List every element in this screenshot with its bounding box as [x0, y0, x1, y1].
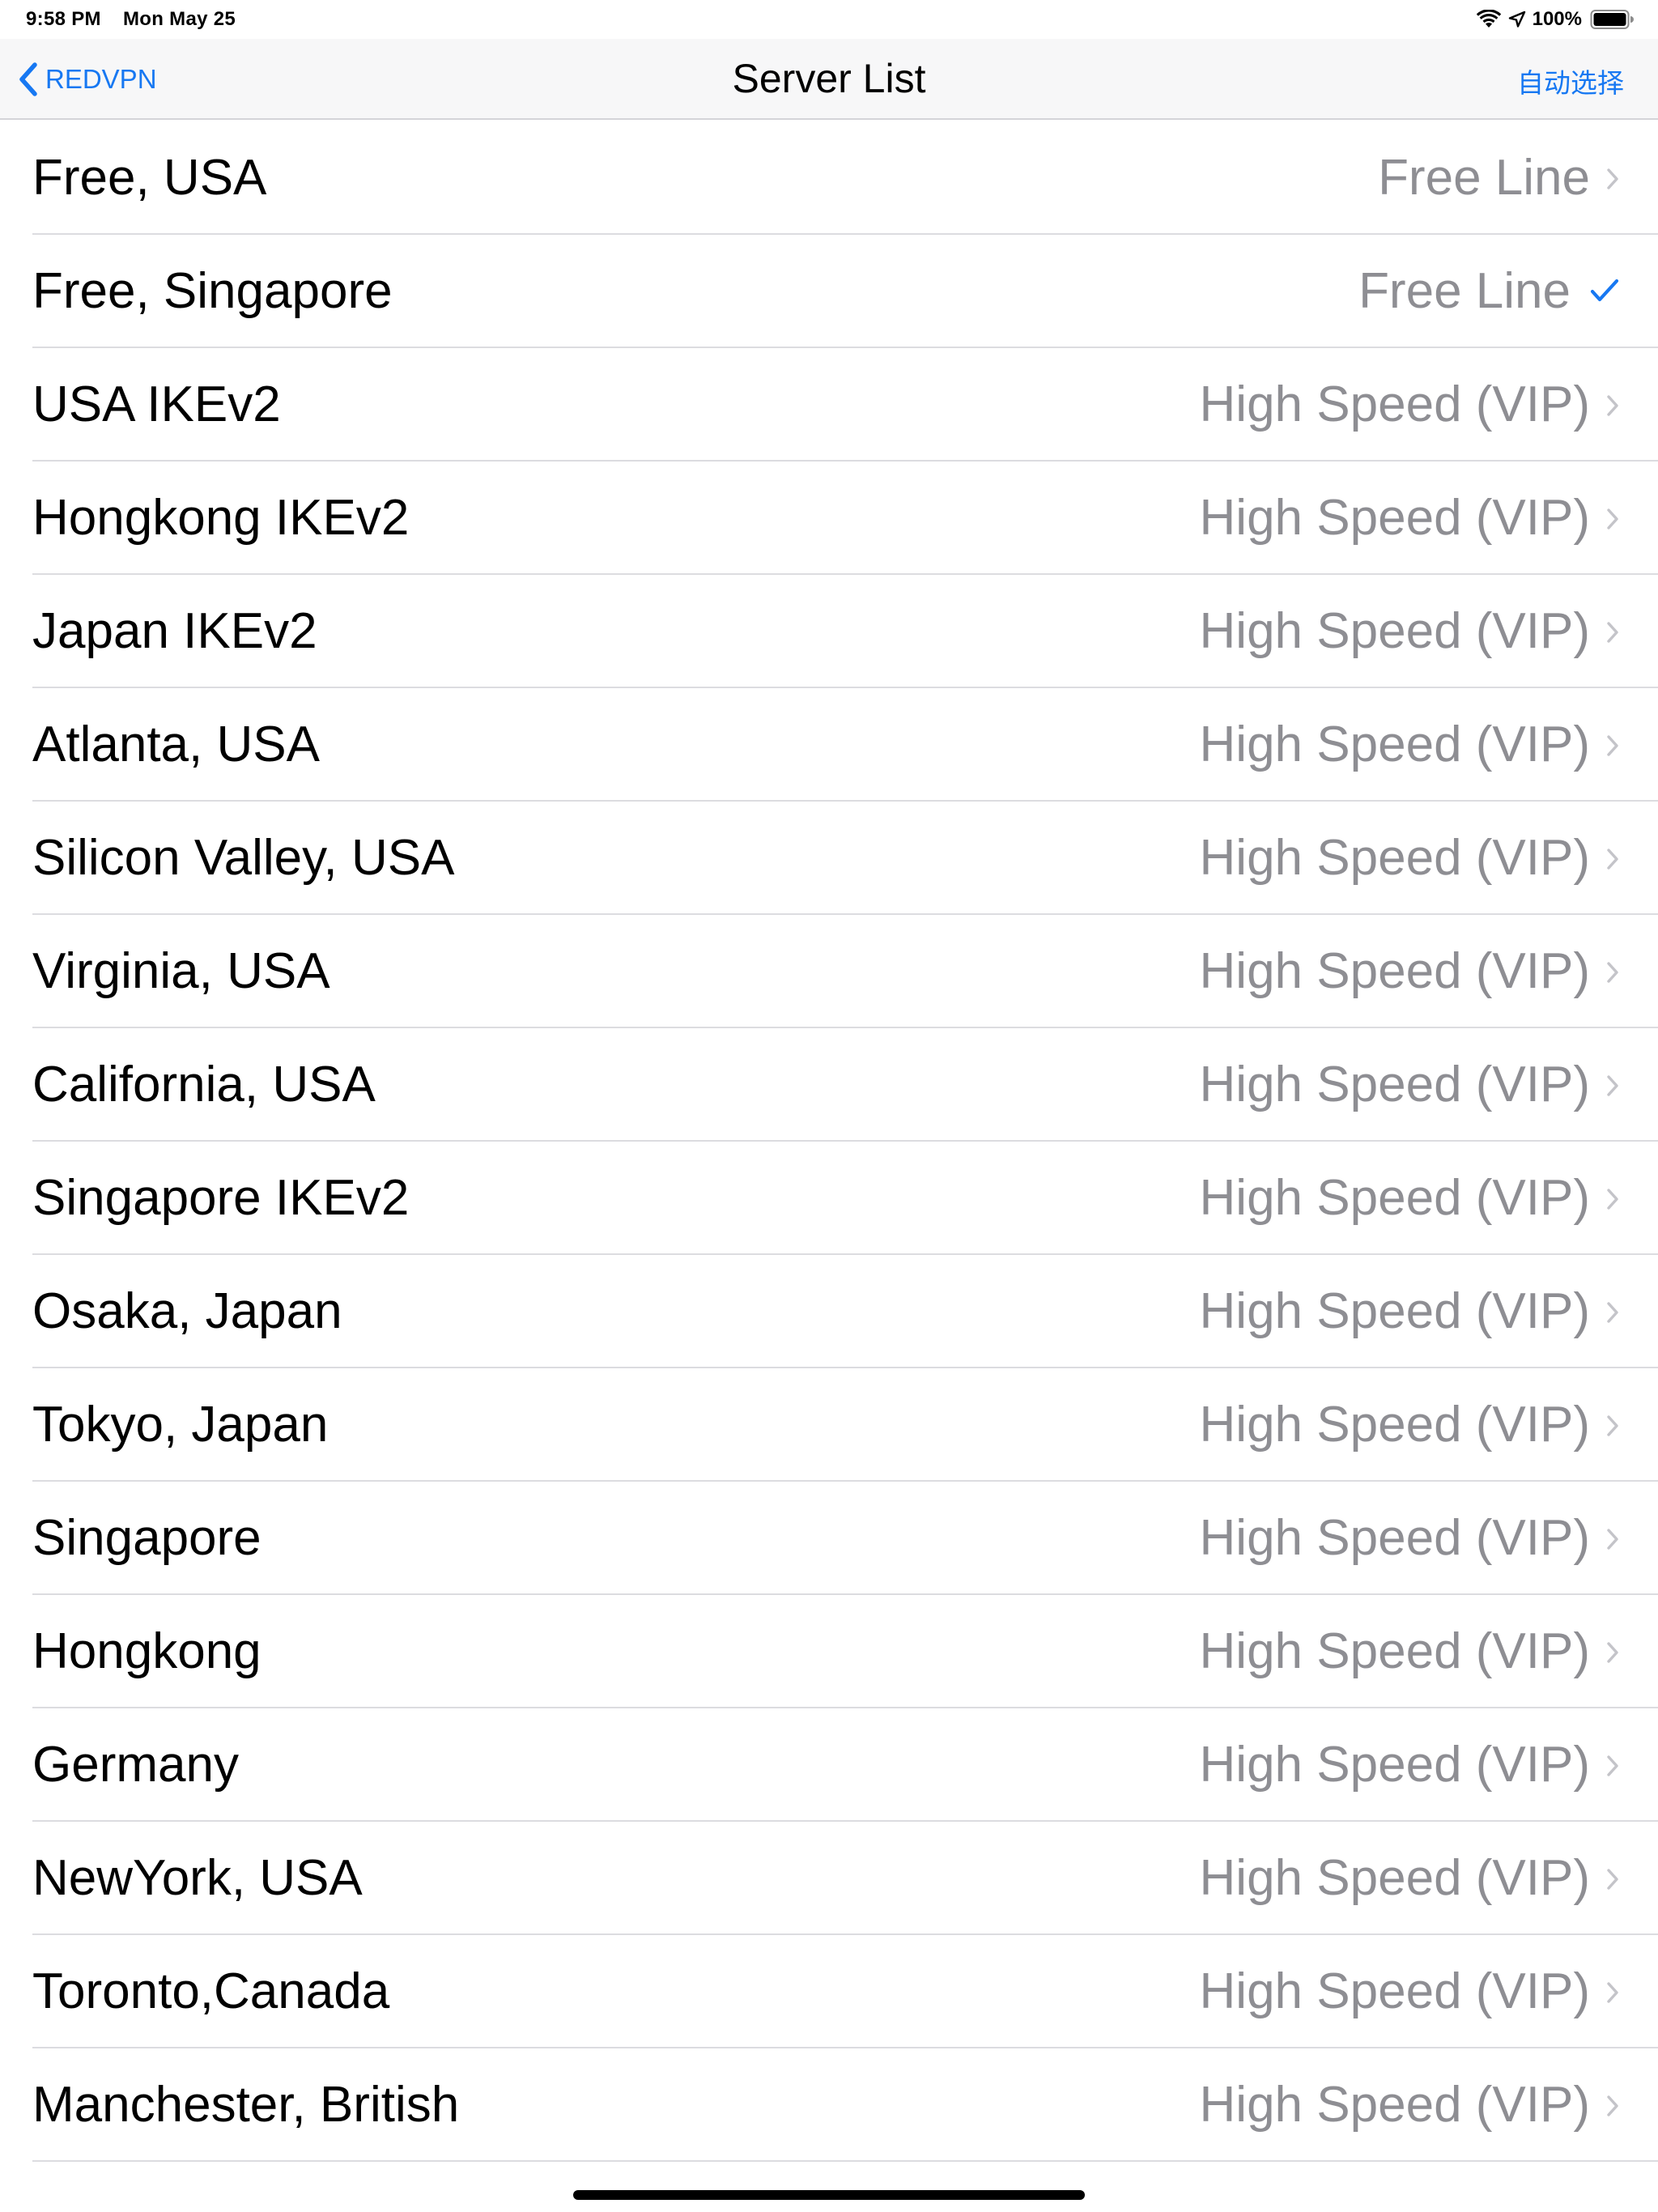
chevron-right-icon — [1603, 1187, 1622, 1211]
server-name: California, USA — [32, 1057, 376, 1112]
chevron-right-icon — [1603, 1754, 1622, 1778]
chevron-right-icon — [1603, 847, 1622, 871]
chevron-right-icon — [1603, 1980, 1622, 2005]
navigation-bar: REDVPN Server List 自动选择 — [0, 39, 1658, 120]
server-name: NewYork, USA — [32, 1850, 363, 1906]
server-name: Free, USA — [32, 150, 267, 206]
chevron-right-icon — [1603, 1640, 1622, 1665]
server-line-type: Free Line — [1358, 263, 1571, 319]
chevron-right-icon — [1603, 167, 1622, 191]
chevron-left-icon — [18, 62, 45, 97]
server-line-type: High Speed (VIP) — [1199, 1850, 1590, 1906]
server-row[interactable]: Toronto,Canada High Speed (VIP) — [0, 1935, 1658, 2048]
back-button[interactable]: REDVPN — [18, 58, 157, 100]
chevron-right-icon — [1603, 734, 1622, 758]
server-line-type: Free Line — [1378, 150, 1590, 206]
screen: 9:58 PM Mon May 25 100% REDVPN Server Li… — [0, 0, 1658, 2212]
server-name: Singapore IKEv2 — [32, 1170, 410, 1226]
server-line-type: High Speed (VIP) — [1199, 1057, 1590, 1112]
server-name: Hongkong IKEv2 — [32, 490, 410, 546]
server-name: Tokyo, Japan — [32, 1397, 329, 1453]
back-button-label: REDVPN — [45, 64, 157, 94]
server-row[interactable]: Singapore High Speed (VIP) — [0, 1482, 1658, 1595]
server-row[interactable]: Silicon Valley, USA High Speed (VIP) — [0, 802, 1658, 915]
status-time: 9:58 PM — [26, 8, 101, 30]
status-bar: 9:58 PM Mon May 25 100% — [0, 0, 1658, 39]
chevron-right-icon — [1603, 507, 1622, 531]
server-row[interactable]: Manchester, British High Speed (VIP) — [0, 2048, 1658, 2162]
server-name: USA IKEv2 — [32, 376, 281, 432]
server-line-type: High Speed (VIP) — [1199, 1737, 1590, 1793]
server-row[interactable]: Hongkong High Speed (VIP) — [0, 1595, 1658, 1708]
server-name: Silicon Valley, USA — [32, 830, 455, 886]
server-row[interactable]: Osaka, Japan High Speed (VIP) — [0, 1255, 1658, 1368]
server-line-type: High Speed (VIP) — [1199, 1283, 1590, 1339]
server-line-type: High Speed (VIP) — [1199, 830, 1590, 886]
chevron-right-icon — [1603, 1867, 1622, 1891]
server-row[interactable]: Free, USA Free Line — [0, 121, 1658, 235]
wifi-icon — [1476, 10, 1502, 29]
server-line-type: High Speed (VIP) — [1199, 1170, 1590, 1226]
server-name: Japan IKEv2 — [32, 603, 317, 659]
server-row[interactable]: Free, Singapore Free Line — [0, 235, 1658, 348]
server-list: Free, USA Free Line Free, Singapore Free Li… — [0, 121, 1658, 2162]
chevron-right-icon — [1603, 1074, 1622, 1098]
server-name: Osaka, Japan — [32, 1283, 342, 1339]
server-name: Singapore — [32, 1510, 261, 1566]
server-line-type: High Speed (VIP) — [1199, 603, 1590, 659]
server-name: Atlanta, USA — [32, 717, 320, 772]
location-arrow-icon — [1508, 11, 1526, 28]
server-line-type: High Speed (VIP) — [1199, 1963, 1590, 2019]
battery-icon — [1590, 9, 1634, 30]
server-line-type: High Speed (VIP) — [1199, 717, 1590, 772]
chevron-right-icon — [1603, 1300, 1622, 1325]
server-name: Germany — [32, 1737, 239, 1793]
server-name: Free, Singapore — [32, 263, 393, 319]
server-line-type: High Speed (VIP) — [1199, 2077, 1590, 2133]
server-line-type: High Speed (VIP) — [1199, 1510, 1590, 1566]
server-row[interactable]: Germany High Speed (VIP) — [0, 1708, 1658, 1822]
battery-percentage: 100% — [1532, 8, 1582, 30]
home-indicator[interactable] — [573, 2190, 1085, 2200]
server-name: Virginia, USA — [32, 943, 330, 999]
chevron-right-icon — [1603, 393, 1622, 418]
checkmark-icon — [1588, 277, 1621, 304]
server-row[interactable]: Tokyo, Japan High Speed (VIP) — [0, 1368, 1658, 1482]
server-row[interactable]: NewYork, USA High Speed (VIP) — [0, 1822, 1658, 1935]
server-line-type: High Speed (VIP) — [1199, 1397, 1590, 1453]
server-row[interactable]: California, USA High Speed (VIP) — [0, 1028, 1658, 1142]
server-row[interactable]: Singapore IKEv2 High Speed (VIP) — [0, 1142, 1658, 1255]
server-line-type: High Speed (VIP) — [1199, 943, 1590, 999]
server-line-type: High Speed (VIP) — [1199, 490, 1590, 546]
page-title: Server List — [732, 56, 926, 101]
server-name: Manchester, British — [32, 2077, 460, 2133]
chevron-right-icon — [1603, 2094, 1622, 2118]
status-indicators: 100% — [1476, 6, 1634, 32]
chevron-right-icon — [1603, 960, 1622, 985]
server-line-type: High Speed (VIP) — [1199, 1623, 1590, 1679]
server-row[interactable]: Atlanta, USA High Speed (VIP) — [0, 688, 1658, 802]
status-date: Mon May 25 — [123, 8, 236, 30]
auto-select-button[interactable]: 自动选择 — [1517, 62, 1624, 100]
server-row[interactable]: Japan IKEv2 High Speed (VIP) — [0, 575, 1658, 688]
server-name: Hongkong — [32, 1623, 261, 1679]
server-row[interactable]: USA IKEv2 High Speed (VIP) — [0, 348, 1658, 462]
chevron-right-icon — [1603, 620, 1622, 644]
server-line-type: High Speed (VIP) — [1199, 376, 1590, 432]
chevron-right-icon — [1603, 1414, 1622, 1438]
chevron-right-icon — [1603, 1527, 1622, 1551]
server-row[interactable]: Virginia, USA High Speed (VIP) — [0, 915, 1658, 1028]
server-name: Toronto,Canada — [32, 1963, 390, 2019]
server-row[interactable]: Hongkong IKEv2 High Speed (VIP) — [0, 462, 1658, 575]
